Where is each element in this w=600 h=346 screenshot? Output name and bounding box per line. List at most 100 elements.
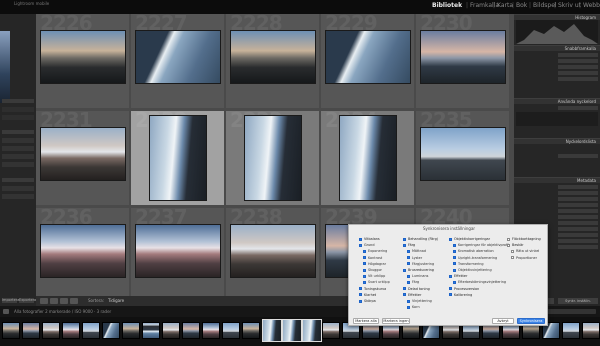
qd-dropdown[interactable] bbox=[558, 71, 598, 75]
checkbox-icon[interactable] bbox=[359, 299, 362, 303]
checkbox-icon[interactable] bbox=[453, 268, 456, 272]
loupe-view-icon[interactable] bbox=[50, 298, 58, 304]
photo-thumbnail[interactable] bbox=[244, 115, 302, 201]
sync-checkbox[interactable]: Räta ut vinkel bbox=[511, 249, 539, 253]
checkbox-icon[interactable] bbox=[359, 287, 362, 291]
photo-thumbnail[interactable] bbox=[230, 224, 316, 278]
cancel-button[interactable]: Avbryt bbox=[492, 318, 514, 324]
filmstrip-thumbnail[interactable] bbox=[182, 322, 200, 339]
checkbox-icon[interactable] bbox=[363, 268, 366, 272]
sync-checkbox[interactable]: Mättnad bbox=[407, 249, 426, 253]
checkbox-icon[interactable] bbox=[449, 293, 452, 297]
collection-row[interactable] bbox=[2, 186, 34, 191]
checkbox-icon[interactable] bbox=[363, 280, 366, 284]
checkbox-icon[interactable] bbox=[407, 274, 410, 278]
grid-cell[interactable]: 2236 bbox=[36, 205, 129, 302]
photo-thumbnail[interactable] bbox=[339, 115, 397, 201]
checkbox-icon[interactable] bbox=[453, 262, 456, 266]
sync-checkbox[interactable]: Luminans bbox=[407, 274, 428, 278]
checkbox-icon[interactable] bbox=[507, 237, 510, 241]
module-6[interactable]: Skriv ut bbox=[558, 2, 581, 9]
metadata-field[interactable] bbox=[558, 191, 598, 195]
filmstrip-thumbnail[interactable] bbox=[142, 322, 160, 339]
checkbox-icon[interactable] bbox=[511, 256, 514, 260]
filmstrip-thumbnail[interactable] bbox=[102, 322, 120, 339]
photo-thumbnail[interactable] bbox=[40, 224, 126, 278]
filter-dropdown[interactable] bbox=[540, 309, 596, 314]
checkbox-icon[interactable] bbox=[403, 293, 406, 297]
checkbox-icon[interactable] bbox=[363, 249, 366, 253]
sync-checkbox[interactable]: Korn bbox=[407, 305, 420, 309]
filmstrip-thumbnail[interactable] bbox=[582, 322, 600, 339]
filmstrip-thumbnail[interactable] bbox=[62, 322, 80, 339]
sync-checkbox[interactable]: Delad toning bbox=[403, 287, 430, 291]
checkbox-icon[interactable] bbox=[453, 256, 456, 260]
checkbox-icon[interactable] bbox=[507, 243, 510, 247]
filmstrip-thumbnail[interactable] bbox=[82, 322, 100, 339]
keywording-header[interactable]: Använda nyckelord bbox=[514, 98, 600, 104]
metadata-field[interactable] bbox=[558, 209, 598, 213]
checkbox-icon[interactable] bbox=[403, 243, 406, 247]
sync-checkbox[interactable]: Kromatisk aberration bbox=[453, 249, 494, 253]
qd-dropdown[interactable] bbox=[558, 65, 598, 69]
photo-thumbnail[interactable] bbox=[230, 30, 316, 84]
photo-thumbnail[interactable] bbox=[149, 115, 207, 201]
checkbox-icon[interactable] bbox=[363, 256, 366, 260]
metadata-preset-dropdown[interactable] bbox=[558, 185, 598, 189]
catalog-row[interactable] bbox=[2, 115, 34, 120]
keyword-filter-input[interactable] bbox=[558, 154, 598, 158]
checkbox-icon[interactable] bbox=[511, 249, 514, 253]
sync-checkbox[interactable]: Klarhet bbox=[359, 293, 376, 297]
grid-cell[interactable]: 2228 bbox=[226, 11, 319, 108]
module-1[interactable]: Bibliotek bbox=[432, 2, 462, 9]
photo-thumbnail[interactable] bbox=[420, 30, 506, 84]
sync-checkbox[interactable]: Grund bbox=[359, 243, 374, 247]
filmstrip-thumbnail[interactable] bbox=[222, 322, 240, 339]
sync-checkbox[interactable]: Korrigeringar för objektivprofil bbox=[453, 243, 509, 247]
photo-thumbnail[interactable] bbox=[135, 30, 221, 84]
grid-cell[interactable]: 2237 bbox=[131, 205, 224, 302]
qd-dropdown[interactable] bbox=[558, 77, 598, 81]
checkbox-icon[interactable] bbox=[403, 287, 406, 291]
module-7[interactable]: Webb bbox=[583, 2, 600, 9]
survey-view-icon[interactable] bbox=[70, 298, 78, 304]
qd-dropdown[interactable] bbox=[558, 59, 598, 63]
navigator-preview[interactable] bbox=[0, 31, 10, 103]
checkbox-icon[interactable] bbox=[359, 237, 362, 241]
folders-header[interactable] bbox=[2, 130, 34, 134]
sync-checkbox[interactable]: Skärpa bbox=[359, 299, 376, 303]
quick-develop-header[interactable]: Snabbframkalla bbox=[514, 45, 600, 51]
checkbox-icon[interactable] bbox=[407, 280, 410, 284]
sync-checkbox[interactable]: Objektivkorrigeringar bbox=[449, 237, 490, 241]
sync-checkbox[interactable]: Toningskurva bbox=[359, 287, 386, 291]
check-all-button[interactable]: Markera alla bbox=[353, 318, 379, 324]
check-none-button[interactable]: Markera ingen bbox=[382, 318, 410, 324]
compare-view-icon[interactable] bbox=[60, 298, 68, 304]
checkbox-icon[interactable] bbox=[359, 243, 362, 247]
metadata-field[interactable] bbox=[558, 227, 598, 231]
sync-checkbox[interactable]: Svart urklipp bbox=[363, 280, 390, 284]
checkbox-icon[interactable] bbox=[403, 268, 406, 272]
photo-thumbnail[interactable] bbox=[325, 30, 411, 84]
grid-cell[interactable]: 2229 bbox=[321, 11, 414, 108]
sync-checkbox[interactable]: Effekter bbox=[449, 274, 467, 278]
checkbox-icon[interactable] bbox=[363, 274, 366, 278]
sync-checkbox[interactable]: Objektivvinjettering bbox=[453, 268, 492, 272]
folder-row[interactable] bbox=[2, 138, 34, 143]
filmstrip-thumbnail[interactable] bbox=[282, 319, 302, 342]
sync-checkbox[interactable]: Vitbalans bbox=[359, 237, 380, 241]
sync-checkbox[interactable]: Färg bbox=[403, 243, 415, 247]
filmstrip-thumbnail[interactable] bbox=[42, 322, 60, 339]
sync-checkbox[interactable]: Lyster bbox=[407, 256, 422, 260]
sync-checkbox[interactable]: Kontrast bbox=[363, 256, 382, 260]
sync-checkbox[interactable]: Vit urklipp bbox=[363, 274, 385, 278]
sync-settings-button[interactable]: Synkr. inställn. bbox=[558, 298, 598, 304]
filmstrip-thumbnail[interactable] bbox=[122, 322, 140, 339]
synchronize-button[interactable]: Synkronisera bbox=[517, 318, 545, 324]
sync-checkbox[interactable]: Kalibrering bbox=[449, 293, 472, 297]
grid-cell[interactable]: 2232 bbox=[131, 108, 224, 205]
folder-row[interactable] bbox=[2, 162, 34, 167]
checkbox-icon[interactable] bbox=[449, 237, 452, 241]
metadata-header[interactable]: Metadata bbox=[514, 177, 600, 183]
keyword-tags-dropdown[interactable] bbox=[558, 106, 598, 110]
